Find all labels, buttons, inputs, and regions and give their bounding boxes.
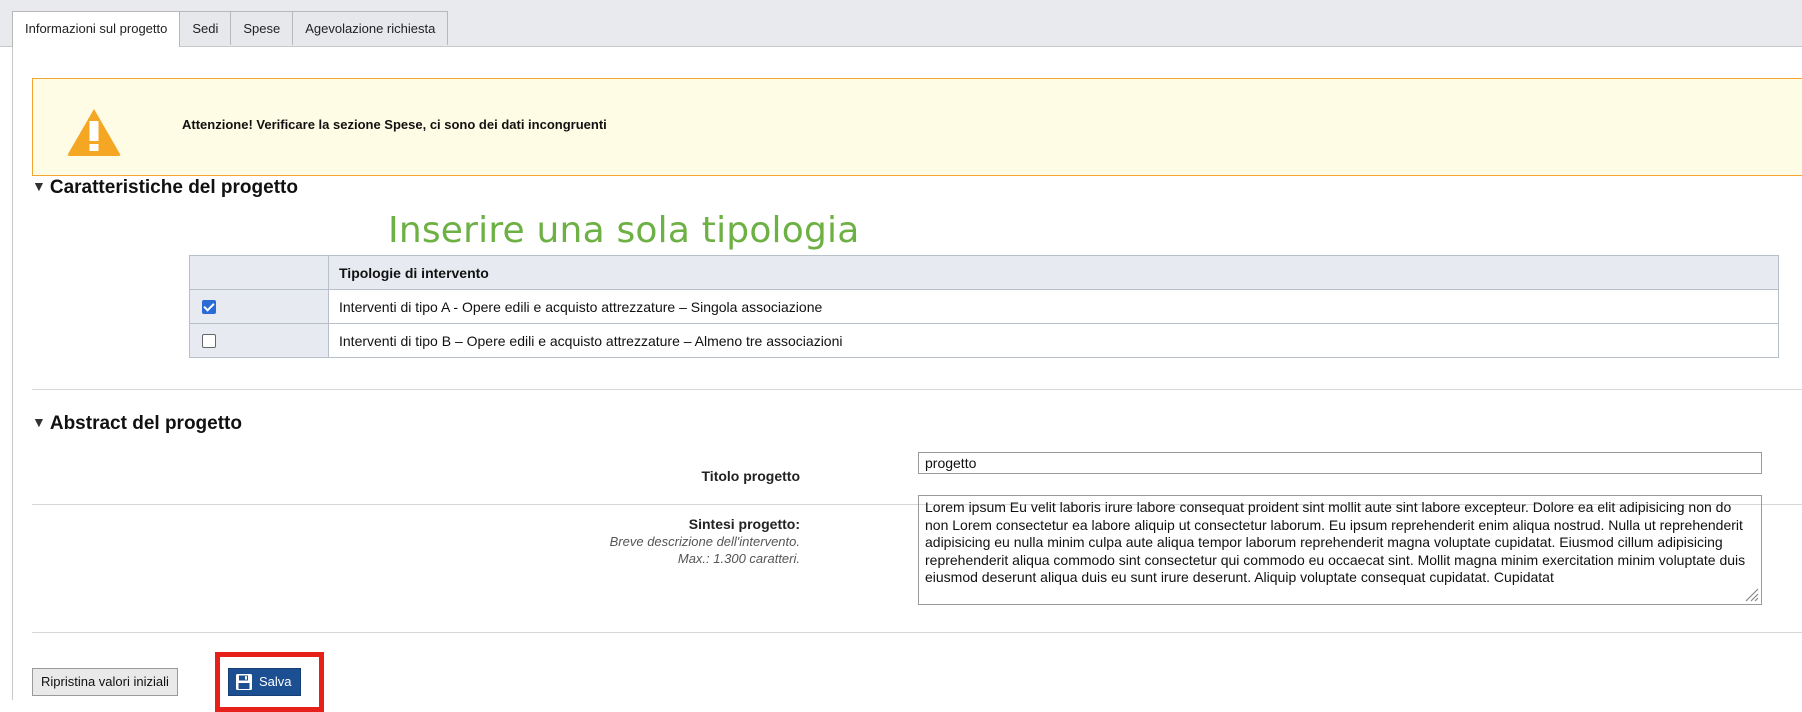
row-label: Interventi di tipo B – Opere edili e acq… [328, 323, 1779, 358]
tab-spese[interactable]: Spese [230, 11, 294, 45]
tab-bar: Informazioni sul progetto Sedi Spese Age… [0, 0, 1802, 47]
row-label: Interventi di tipo A - Opere edili e acq… [328, 289, 1779, 324]
content-left-border [12, 46, 13, 700]
summary-field-label: Sintesi progetto: [688, 516, 800, 532]
table-row: Interventi di tipo A - Opere edili e acq… [189, 289, 1779, 324]
summary-field-max: Max.: 1.300 caratteri. [677, 551, 800, 566]
section-abstract[interactable]: ▼ Abstract del progetto [32, 413, 242, 435]
title-field-label: Titolo progetto [701, 468, 801, 484]
tab-sedi[interactable]: Sedi [179, 11, 232, 45]
save-button[interactable]: Salva [228, 668, 301, 696]
table-header-row: Tipologie di intervento [189, 255, 1779, 290]
warning-message: Attenzione! Verificare la sezione Spese,… [182, 117, 607, 132]
check-cell [189, 289, 329, 324]
reset-button[interactable]: Ripristina valori iniziali [32, 668, 178, 696]
section-caratteristiche-title: Caratteristiche del progetto [49, 177, 298, 198]
divider [32, 389, 1802, 390]
collapse-triangle-icon: ▼ [32, 414, 46, 430]
summary-textarea[interactable]: Lorem ipsum Eu velit laboris irure labor… [918, 495, 1762, 605]
tab-agevolazione-richiesta[interactable]: Agevolazione richiesta [292, 11, 449, 45]
warning-banner: Attenzione! Verificare la sezione Spese,… [32, 78, 1802, 176]
summary-text: Lorem ipsum Eu velit laboris irure labor… [925, 499, 1746, 585]
save-label: Salva [259, 674, 292, 689]
annotation-note: Inserire una sola tipologia [388, 210, 860, 251]
title-input[interactable] [918, 452, 1762, 474]
section-abstract-title: Abstract del progetto [49, 413, 242, 434]
resize-handle-icon[interactable] [1743, 586, 1759, 602]
intervention-types-table: Tipologie di intervento Interventi di ti… [189, 255, 1779, 358]
check-cell [189, 323, 329, 358]
checkbox-tipo-a[interactable] [202, 299, 216, 314]
tabs: Informazioni sul progetto Sedi Spese Age… [12, 11, 449, 47]
section-caratteristiche[interactable]: ▼ Caratteristiche del progetto [32, 177, 298, 199]
summary-field-hint: Breve descrizione dell'intervento. [609, 534, 800, 549]
divider [32, 632, 1802, 633]
collapse-triangle-icon: ▼ [32, 178, 46, 194]
table-header: Tipologie di intervento [328, 255, 1779, 290]
warning-icon [67, 109, 121, 156]
tab-informazioni-progetto[interactable]: Informazioni sul progetto [12, 11, 181, 47]
table-row: Interventi di tipo B – Opere edili e acq… [189, 323, 1779, 358]
checkbox-tipo-b[interactable] [202, 333, 216, 348]
header-check-cell [189, 255, 329, 290]
floppy-disk-icon [236, 674, 252, 690]
